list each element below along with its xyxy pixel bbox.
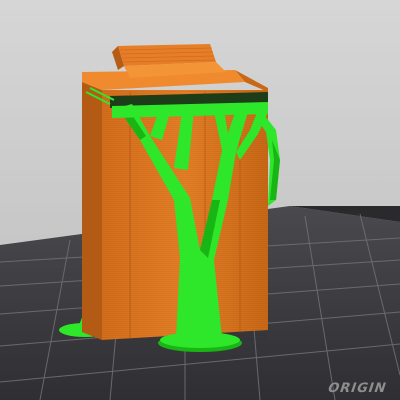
preview-scene[interactable]: [0, 0, 400, 400]
3d-preview-viewport[interactable]: ORIGIN: [0, 0, 400, 400]
bed-origin-label: ORIGIN: [325, 381, 389, 396]
